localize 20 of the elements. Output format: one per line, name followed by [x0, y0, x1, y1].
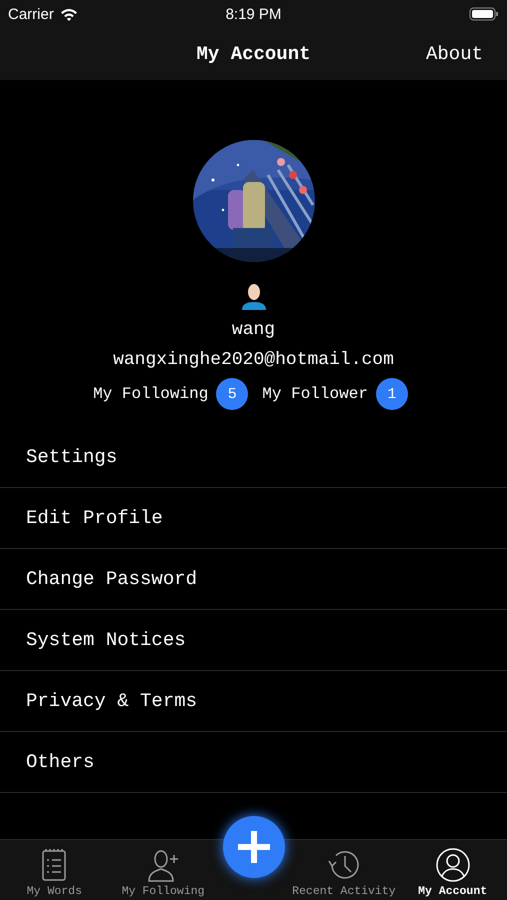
tab-item[interactable]: My Account: [398, 840, 507, 900]
user-email: wangxinghe2020@hotmail.com: [113, 350, 394, 370]
clock-time: 8:19 PM: [226, 6, 282, 22]
tab-item[interactable]: My Following: [108, 840, 218, 900]
plus-icon: [236, 829, 272, 865]
tab-item[interactable]: Recent Activity: [290, 840, 398, 900]
user-name: wang: [232, 320, 276, 340]
about-button[interactable]: About: [426, 43, 483, 65]
person-icon: [240, 284, 268, 310]
stat-label: My Following: [93, 385, 208, 403]
stat-label: My Follower: [262, 385, 368, 403]
wifi-icon: [60, 8, 78, 20]
battery-icon: [469, 7, 499, 21]
add-button[interactable]: [223, 816, 285, 878]
screen-title: My Account: [196, 43, 311, 65]
count-badge: 1: [376, 378, 408, 410]
carrier-label: Carrier: [8, 6, 54, 22]
tab-item[interactable]: My Words: [0, 840, 109, 900]
user-icon: [434, 847, 471, 883]
count-badge: 5: [216, 378, 248, 410]
